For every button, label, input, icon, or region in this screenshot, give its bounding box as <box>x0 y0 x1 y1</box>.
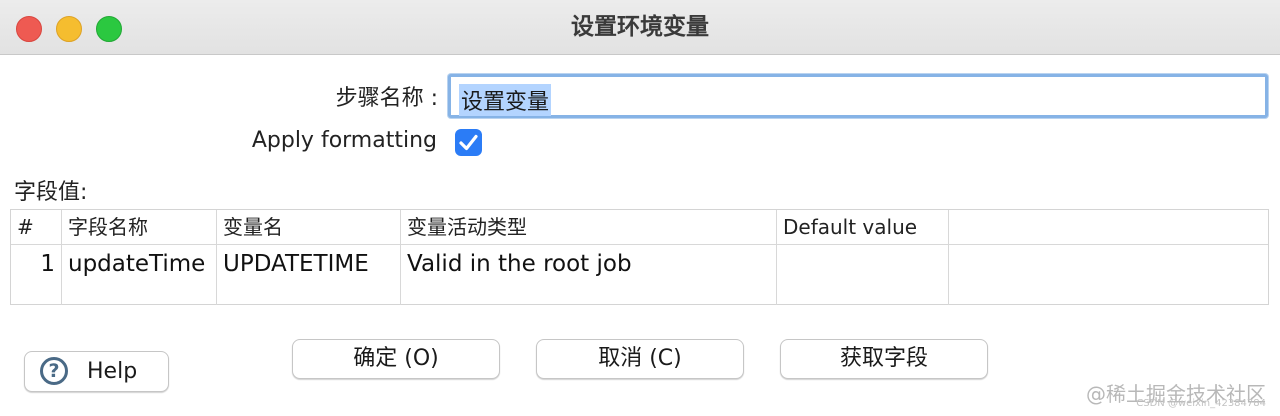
column-header-variable-scope[interactable]: 变量活动类型 <box>401 210 777 244</box>
title-bar: 设置环境变量 <box>0 0 1280 55</box>
window-title: 设置环境变量 <box>571 14 709 40</box>
ok-button[interactable]: 确定 (O) <box>292 339 500 379</box>
cancel-button[interactable]: 取消 (C) <box>536 339 744 379</box>
step-name-label: 步骤名称 : <box>335 86 438 111</box>
help-button-label: Help <box>87 359 138 384</box>
apply-formatting-label: Apply formatting <box>251 128 437 153</box>
step-name-input[interactable]: 设置变量 <box>448 74 1268 118</box>
cell-variable-scope[interactable]: Valid in the root job <box>401 245 777 305</box>
column-header-default-value[interactable]: Default value <box>777 210 949 244</box>
checkmark-icon <box>459 134 478 151</box>
get-fields-button[interactable]: 获取字段 <box>780 339 988 379</box>
help-icon: ? <box>40 357 68 385</box>
step-name-value: 设置变量 <box>459 84 552 116</box>
cell-default-value[interactable] <box>777 245 949 305</box>
cell-extra <box>949 245 1268 305</box>
row-number: 1 <box>11 245 62 305</box>
help-button[interactable]: ? Help <box>24 351 169 392</box>
fields-table[interactable]: # 字段名称 变量名 变量活动类型 Default value 1 update… <box>10 209 1269 305</box>
column-header-number[interactable]: # <box>11 210 62 244</box>
dialog-window: 设置环境变量 步骤名称 : 设置变量 Apply formatting 字段值:… <box>0 0 1280 416</box>
apply-formatting-checkbox[interactable] <box>455 129 482 156</box>
cell-variable-name[interactable]: UPDATETIME <box>217 245 401 305</box>
column-header-extra[interactable] <box>949 210 1268 244</box>
column-header-variable-name[interactable]: 变量名 <box>217 210 401 244</box>
fields-label: 字段值: <box>14 180 88 205</box>
cell-field-name[interactable]: updateTime <box>62 245 217 305</box>
watermark-subtext: CSDN @weixin_42384784 <box>1136 398 1266 409</box>
column-header-field-name[interactable]: 字段名称 <box>62 210 217 244</box>
